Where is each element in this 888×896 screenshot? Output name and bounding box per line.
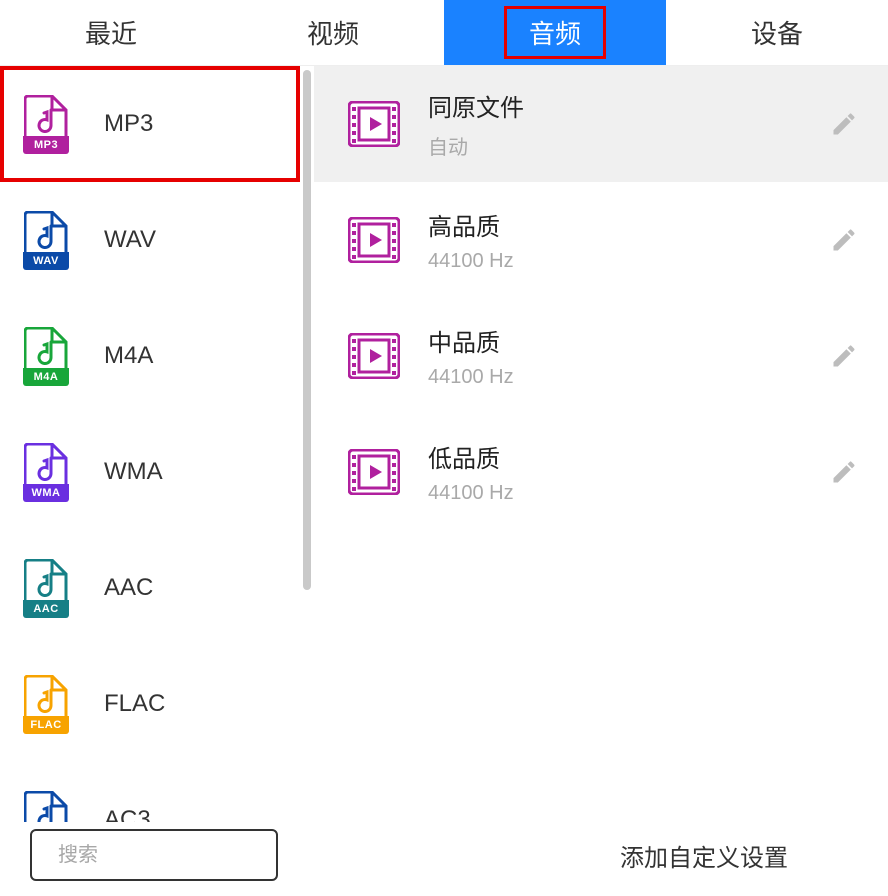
file-format-badge: AAC bbox=[23, 600, 69, 618]
file-format-icon: WAV bbox=[24, 211, 68, 269]
film-icon bbox=[348, 217, 400, 263]
edit-preset-icon[interactable] bbox=[830, 226, 858, 254]
vertical-scrollbar-area bbox=[300, 66, 314, 822]
tab-device[interactable]: 设备 bbox=[666, 0, 888, 65]
main-area: MP3 MP3 WAV WAV M4A M4A WMA WMA AAC AAC FLAC FLAC AC… bbox=[0, 66, 888, 822]
format-label: MP3 bbox=[104, 110, 153, 138]
preset-item[interactable]: 同原文件自动 bbox=[314, 66, 888, 182]
file-format-badge: WMA bbox=[23, 484, 69, 502]
format-label: AAC bbox=[104, 574, 153, 602]
file-format-badge: M4A bbox=[23, 368, 69, 386]
footer-bar: 添加自定义设置 bbox=[0, 822, 888, 896]
preset-subtitle: 44100 Hz bbox=[428, 250, 802, 273]
preset-title: 高品质 bbox=[428, 207, 802, 242]
file-format-icon: AAC bbox=[24, 559, 68, 617]
format-item-ac3[interactable]: AC3 bbox=[0, 762, 300, 822]
format-label: WMA bbox=[104, 458, 163, 486]
preset-texts: 低品质 44100 Hz bbox=[428, 439, 802, 505]
format-item-wma[interactable]: WMA WMA bbox=[0, 414, 300, 530]
format-sidebar: MP3 MP3 WAV WAV M4A M4A WMA WMA AAC AAC FLAC FLAC AC… bbox=[0, 66, 300, 822]
file-format-icon: MP3 bbox=[24, 95, 68, 153]
file-format-badge: WAV bbox=[23, 252, 69, 270]
film-icon bbox=[348, 101, 400, 147]
format-label: WAV bbox=[104, 226, 156, 254]
preset-item[interactable]: 低品质 44100 Hz bbox=[314, 414, 888, 530]
format-item-mp3[interactable]: MP3 MP3 bbox=[0, 66, 300, 182]
tab-video[interactable]: 视频 bbox=[222, 0, 444, 65]
edit-preset-icon[interactable] bbox=[830, 458, 858, 486]
preset-title: 低品质 bbox=[428, 439, 802, 474]
tab-label: 最近 bbox=[85, 14, 137, 51]
preset-subtitle: 自动 bbox=[428, 131, 802, 160]
format-category-tabs: 最近 视频 音频 设备 bbox=[0, 0, 888, 66]
tab-audio[interactable]: 音频 bbox=[444, 0, 666, 65]
format-label: FLAC bbox=[104, 690, 165, 718]
format-item-m4a[interactable]: M4A M4A bbox=[0, 298, 300, 414]
file-format-icon: WMA bbox=[24, 443, 68, 501]
preset-texts: 中品质 44100 Hz bbox=[428, 323, 802, 389]
format-item-aac[interactable]: AAC AAC bbox=[0, 530, 300, 646]
file-format-icon: FLAC bbox=[24, 675, 68, 733]
scrollbar-thumb[interactable] bbox=[303, 70, 311, 590]
tab-label: 设备 bbox=[751, 14, 803, 51]
film-icon bbox=[348, 449, 400, 495]
format-item-flac[interactable]: FLAC FLAC bbox=[0, 646, 300, 762]
format-item-wav[interactable]: WAV WAV bbox=[0, 182, 300, 298]
preset-list: 同原文件自动高品质 44100 Hz 中品质 44100 Hz 低品质 44100 Hz bbox=[314, 66, 888, 822]
preset-title: 中品质 bbox=[428, 323, 802, 358]
tab-label: 视频 bbox=[307, 14, 359, 51]
format-label: M4A bbox=[104, 342, 153, 370]
preset-subtitle: 44100 Hz bbox=[428, 366, 802, 389]
edit-preset-icon[interactable] bbox=[830, 110, 858, 138]
preset-texts: 高品质 44100 Hz bbox=[428, 207, 802, 273]
preset-subtitle: 44100 Hz bbox=[428, 482, 802, 505]
add-custom-preset-button[interactable]: 添加自定义设置 bbox=[590, 829, 818, 881]
file-format-badge: MP3 bbox=[23, 136, 69, 154]
edit-preset-icon[interactable] bbox=[830, 342, 858, 370]
search-input[interactable] bbox=[58, 844, 323, 867]
preset-title: 同原文件 bbox=[428, 88, 802, 123]
file-format-badge: FLAC bbox=[23, 716, 69, 734]
preset-item[interactable]: 高品质 44100 Hz bbox=[314, 182, 888, 298]
preset-item[interactable]: 中品质 44100 Hz bbox=[314, 298, 888, 414]
format-label: AC3 bbox=[104, 806, 151, 822]
film-icon bbox=[348, 333, 400, 379]
tab-recent[interactable]: 最近 bbox=[0, 0, 222, 65]
file-format-icon: M4A bbox=[24, 327, 68, 385]
tab-highlight-box bbox=[504, 6, 606, 59]
preset-texts: 同原文件自动 bbox=[428, 88, 802, 160]
search-box[interactable] bbox=[30, 829, 278, 881]
file-format-icon bbox=[24, 791, 68, 822]
